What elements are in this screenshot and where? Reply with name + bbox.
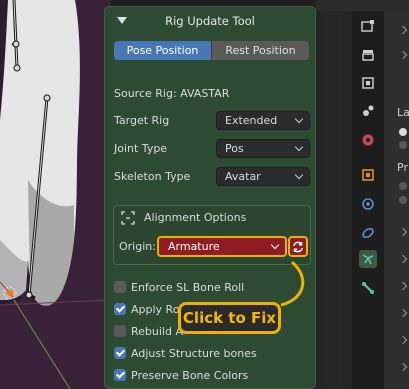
checkbox-label: Adjust Structure bones	[131, 346, 257, 360]
radio-icon[interactable]	[399, 128, 407, 136]
skeleton-type-label: Skeleton Type	[114, 170, 191, 183]
chevron-down-icon	[294, 114, 304, 124]
refresh-icon	[293, 241, 303, 252]
position-mode-toggle: Pose Position Rest Position	[114, 41, 309, 60]
sidebar-tabs	[323, 11, 343, 389]
origin-dropdown[interactable]: Armature	[157, 236, 287, 257]
object-tab-icon[interactable]	[359, 166, 377, 184]
3d-viewport[interactable]	[0, 0, 111, 389]
checkbox-checked-icon	[114, 369, 126, 381]
armature-data-tab-icon[interactable]	[359, 250, 377, 268]
alignment-options-title: Alignment Options	[144, 211, 247, 224]
skeleton-type-value: Avatar	[225, 170, 261, 183]
properties-label: Pr	[397, 161, 408, 174]
world-tab-icon[interactable]	[359, 131, 377, 149]
checkbox-label: Apply Rot	[131, 302, 184, 316]
render-tab-icon[interactable]	[359, 17, 377, 35]
scene-tab-icon[interactable]	[359, 102, 377, 120]
checkbox-label: Rebuild A	[131, 324, 183, 338]
chevron-down-icon	[294, 142, 304, 152]
constraint-tab-icon[interactable]	[359, 224, 377, 242]
origin-value: Armature	[168, 240, 220, 253]
fix-origin-button[interactable]	[288, 236, 308, 257]
modifier-tab-icon[interactable]	[359, 195, 377, 213]
skeleton-type-dropdown[interactable]: Avatar	[216, 167, 310, 186]
properties-label: La	[397, 106, 409, 119]
viewport-scene	[0, 0, 111, 389]
checkbox-icon	[114, 281, 126, 293]
panel-header[interactable]: Rig Update Tool	[105, 7, 315, 35]
panel-title: Rig Update Tool	[165, 14, 255, 28]
checkbox-label: Preserve Bone Colors	[131, 368, 249, 382]
output-tab-icon[interactable]	[359, 46, 377, 64]
preserve-bone-colors-checkbox[interactable]: Preserve Bone Colors	[114, 367, 248, 383]
checkbox-label: Enforce SL Bone Roll	[131, 280, 245, 294]
target-rig-dropdown[interactable]: Extended	[216, 111, 310, 130]
click-to-fix-callout: Click to Fix	[178, 302, 281, 334]
chevron-down-icon	[270, 240, 280, 250]
adjust-structure-bones-checkbox[interactable]: Adjust Structure bones	[114, 345, 257, 361]
checkbox-checked-icon	[114, 303, 126, 315]
target-rig-value: Extended	[225, 114, 278, 127]
alignment-icon	[121, 211, 135, 225]
joint-type-value: Pos	[225, 142, 244, 155]
target-rig-label: Target Rig	[114, 114, 170, 127]
radio-icon[interactable]	[399, 141, 407, 149]
apply-rotation-checkbox[interactable]: Apply Rot	[114, 301, 184, 317]
enforce-sl-bone-roll-checkbox[interactable]: Enforce SL Bone Roll	[114, 279, 244, 295]
source-rig-label: Source Rig: AVASTAR	[114, 87, 230, 100]
joint-type-dropdown[interactable]: Pos	[216, 139, 310, 158]
checkbox-checked-icon	[114, 347, 126, 359]
tab-rest-position[interactable]: Rest Position	[211, 41, 309, 60]
view-layer-tab-icon[interactable]	[359, 74, 377, 92]
radio-icon[interactable]	[399, 196, 407, 204]
origin-label: Origin:	[119, 240, 156, 253]
collapse-triangle-icon[interactable]	[117, 17, 127, 24]
bone-tab-icon[interactable]	[359, 279, 377, 297]
tab-pose-position[interactable]: Pose Position	[114, 41, 211, 60]
rebuild-checkbox[interactable]: Rebuild A	[114, 323, 183, 339]
joint-type-label: Joint Type	[114, 142, 168, 155]
alignment-options-box: Alignment Options Origin: Armature	[113, 205, 311, 265]
properties-header	[316, 0, 409, 11]
radio-icon[interactable]	[399, 182, 407, 190]
chevron-down-icon	[294, 170, 304, 180]
checkbox-icon	[114, 325, 126, 337]
